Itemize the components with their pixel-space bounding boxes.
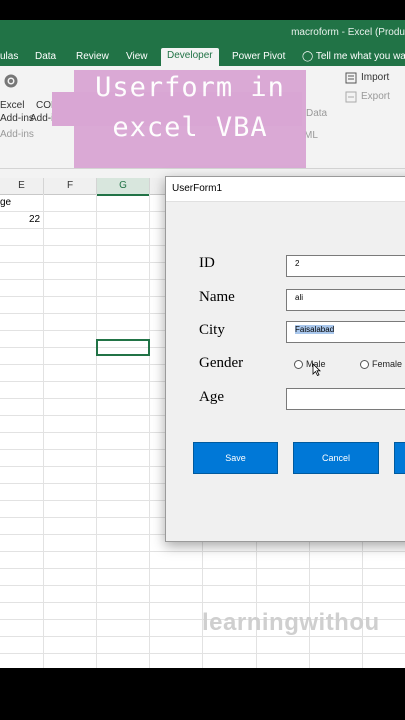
female-radio[interactable]: Female xyxy=(360,359,403,370)
grid-line xyxy=(96,194,97,668)
tab-data[interactable]: Data xyxy=(35,51,56,62)
tab-review[interactable]: Review xyxy=(76,51,109,62)
mouse-cursor-icon xyxy=(312,363,321,376)
tab-formulas[interactable]: ulas xyxy=(0,51,18,62)
active-cell[interactable] xyxy=(96,339,150,356)
third-button[interactable] xyxy=(394,442,405,474)
grid-line xyxy=(43,194,44,668)
watermark: learningwithou xyxy=(202,609,380,636)
age-input[interactable] xyxy=(286,388,405,410)
data-label: Data xyxy=(306,108,328,119)
name-label: Name xyxy=(199,289,235,305)
grid-line xyxy=(0,653,405,654)
column-header-g[interactable]: G xyxy=(97,178,150,196)
cell-e1[interactable]: ge xyxy=(0,197,11,208)
export-button[interactable]: Export xyxy=(361,91,390,102)
excel-addins-label-1[interactable]: Excel xyxy=(0,100,24,111)
bottom-black-bar xyxy=(0,668,405,720)
import-button[interactable]: Import xyxy=(361,72,389,83)
grid-line xyxy=(0,568,405,569)
grid-line xyxy=(0,585,405,586)
title-banner: Userform in excel VBA xyxy=(74,70,306,168)
grid-line xyxy=(0,551,405,552)
city-label: City xyxy=(199,322,225,338)
grid-line xyxy=(149,194,150,668)
import-icon[interactable] xyxy=(345,71,357,89)
id-label: ID xyxy=(199,255,215,271)
name-value: ali xyxy=(295,293,304,302)
window-title: macroform - Excel (Produ xyxy=(291,27,405,38)
excel-addins-label-2[interactable]: Add-ins xyxy=(0,113,34,124)
export-icon[interactable] xyxy=(345,90,357,108)
cell-e2[interactable]: 22 xyxy=(29,214,40,225)
userform-title-bar[interactable]: UserForm1 xyxy=(166,177,405,202)
grid-line xyxy=(0,602,405,603)
excel-window: macroform - Excel (Produ ulas Data Revie… xyxy=(0,20,405,668)
gear-icon[interactable] xyxy=(2,72,20,95)
addins-group-label: Add-ins xyxy=(0,129,34,140)
gender-label: Gender xyxy=(199,355,244,371)
radio-circle-icon xyxy=(294,360,303,370)
banner-line-2: excel VBA xyxy=(112,112,268,143)
radio-circle-icon xyxy=(360,360,369,370)
tab-developer[interactable]: Developer xyxy=(161,48,219,66)
top-black-bar xyxy=(0,0,405,20)
ribbon-tabs: ulas Data Review View Developer Power Pi… xyxy=(0,48,405,66)
title-bar: macroform - Excel (Produ xyxy=(0,20,405,48)
lightbulb-icon: ◯ xyxy=(302,51,314,62)
gender-radio-group: Male Female xyxy=(294,359,405,376)
id-input[interactable]: 2 xyxy=(286,255,405,277)
tab-view[interactable]: View xyxy=(126,51,148,62)
userform-dialog: UserForm1 ID 2 Name ali City Faisalabad … xyxy=(165,176,405,542)
cancel-button[interactable]: Cancel xyxy=(293,442,379,474)
save-button[interactable]: Save xyxy=(193,442,278,474)
tab-power-pivot[interactable]: Power Pivot xyxy=(232,51,285,62)
tell-me-search[interactable]: ◯ Tell me what you wa xyxy=(302,51,405,62)
xml-group-label: ML xyxy=(304,130,318,141)
tell-me-label: Tell me what you wa xyxy=(315,51,405,62)
name-input[interactable]: ali xyxy=(286,289,405,311)
age-label: Age xyxy=(199,389,224,405)
id-value: 2 xyxy=(295,259,300,268)
column-header-f[interactable]: F xyxy=(44,178,97,195)
female-label: Female xyxy=(372,359,403,369)
column-header-e[interactable]: E xyxy=(0,178,44,195)
city-input[interactable]: Faisalabad xyxy=(286,321,405,343)
banner-line-1: Userform in xyxy=(95,72,285,103)
userform-title: UserForm1 xyxy=(172,183,223,194)
city-value: Faisalabad xyxy=(295,325,335,334)
